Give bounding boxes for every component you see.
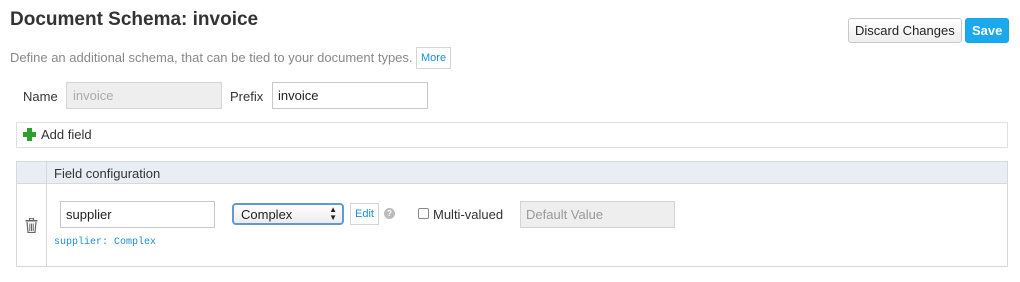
select-arrows-icon: ▲ ▼ xyxy=(329,205,337,222)
prefix-input[interactable] xyxy=(272,82,428,109)
help-icon[interactable]: ? xyxy=(384,208,395,219)
name-input xyxy=(66,82,222,109)
field-configuration-header: Field configuration xyxy=(17,162,1007,184)
save-button[interactable]: Save xyxy=(965,18,1010,43)
plus-icon xyxy=(23,128,36,141)
add-field-label: Add field xyxy=(41,127,92,142)
trash-icon[interactable] xyxy=(25,218,38,233)
add-field-button[interactable]: Add field xyxy=(16,122,1008,148)
default-value-input xyxy=(520,201,675,228)
multi-valued-checkbox[interactable] xyxy=(418,208,429,219)
more-button[interactable]: More xyxy=(416,47,452,69)
multi-valued-label: Multi-valued xyxy=(433,207,504,222)
discard-changes-button[interactable]: Discard Changes xyxy=(848,18,962,43)
field-type-value: Complex xyxy=(241,207,293,222)
field-configuration-title: Field configuration xyxy=(54,166,161,181)
edit-field-type-button[interactable]: Edit xyxy=(350,203,379,225)
field-configuration-table: Field configuration Complex ▲▼ Edit ? Mu… xyxy=(16,161,1008,267)
name-label: Name xyxy=(23,89,58,104)
page-title: Document Schema: invoice xyxy=(10,9,259,30)
field-name-input[interactable] xyxy=(60,201,215,228)
schema-description: Define an additional schema, that can be… xyxy=(10,50,413,65)
field-type-select[interactable]: Complex ▲ ▼ xyxy=(232,203,344,225)
prefix-label: Prefix xyxy=(230,89,264,104)
field-summary-caption: supplier: Complex xyxy=(54,237,157,248)
row-actions-column xyxy=(17,184,47,266)
